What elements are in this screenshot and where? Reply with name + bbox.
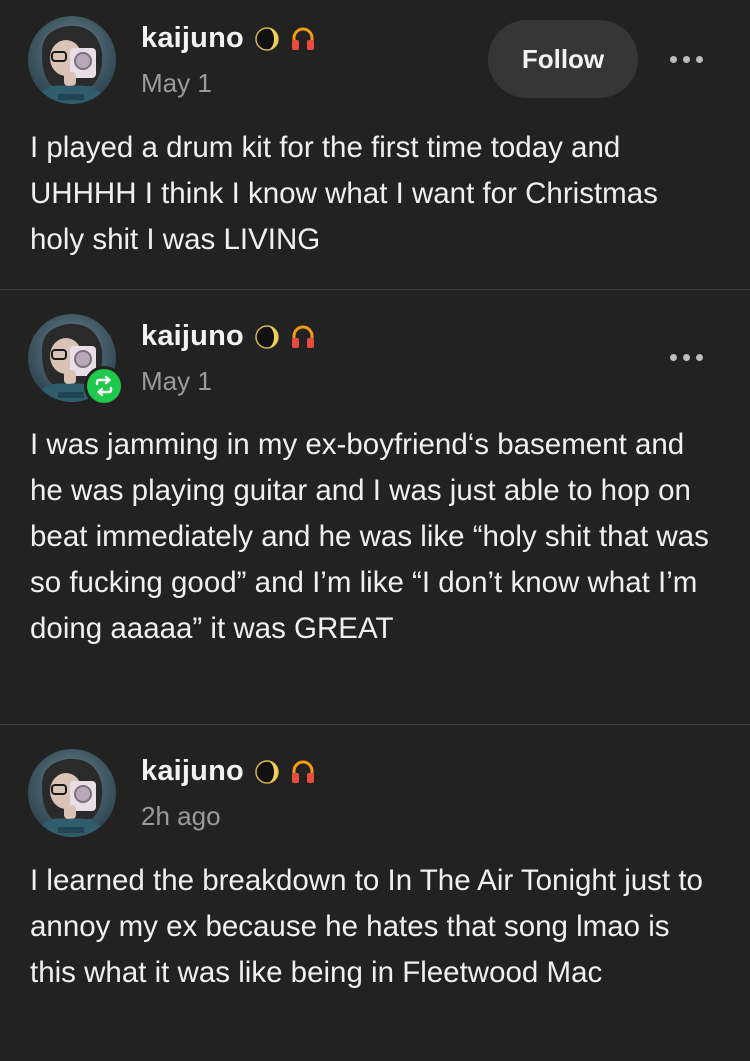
avatar[interactable]	[28, 16, 116, 104]
username[interactable]: kaijuno	[141, 320, 244, 353]
username[interactable]: kaijuno	[141, 22, 244, 55]
timestamp[interactable]: May 1	[141, 68, 212, 99]
author-row: kaijuno	[141, 755, 316, 788]
moon-icon	[255, 324, 279, 349]
author-row: kaijuno	[141, 22, 316, 55]
follow-button[interactable]: Follow	[488, 20, 638, 98]
avatar[interactable]	[28, 314, 124, 406]
moon-icon	[255, 759, 279, 784]
dashboard-feed: kaijuno May 1 Follow I played a drum kit…	[0, 0, 750, 1061]
post-text: I learned the breakdown to In The Air To…	[30, 864, 703, 989]
more-options-icon[interactable]	[660, 44, 712, 74]
headphones-icon	[291, 27, 314, 50]
avatar-image	[34, 25, 110, 104]
post: kaijuno May 1 Follow I played a drum kit…	[0, 0, 750, 289]
headphones-icon	[291, 760, 314, 783]
post-text: I played a drum kit for the first time t…	[30, 131, 658, 256]
timestamp[interactable]: 2h ago	[141, 801, 221, 832]
more-options-icon[interactable]	[660, 342, 712, 372]
avatar-image	[34, 758, 110, 837]
reblog-icon	[95, 375, 113, 397]
avatar[interactable]	[28, 749, 116, 837]
post-text: I was jamming in my ex-boyfriend‘s basem…	[30, 428, 709, 645]
author-row: kaijuno	[141, 320, 316, 353]
moon-icon	[255, 26, 279, 51]
username[interactable]: kaijuno	[141, 755, 244, 788]
reblog-badge	[84, 366, 124, 406]
timestamp[interactable]: May 1	[141, 366, 212, 397]
headphones-icon	[291, 325, 314, 348]
post: kaijuno May 1 I was jamming in my ex-boy…	[0, 290, 750, 724]
post: kaijuno 2h ago I learned the breakdown t…	[0, 725, 750, 1061]
